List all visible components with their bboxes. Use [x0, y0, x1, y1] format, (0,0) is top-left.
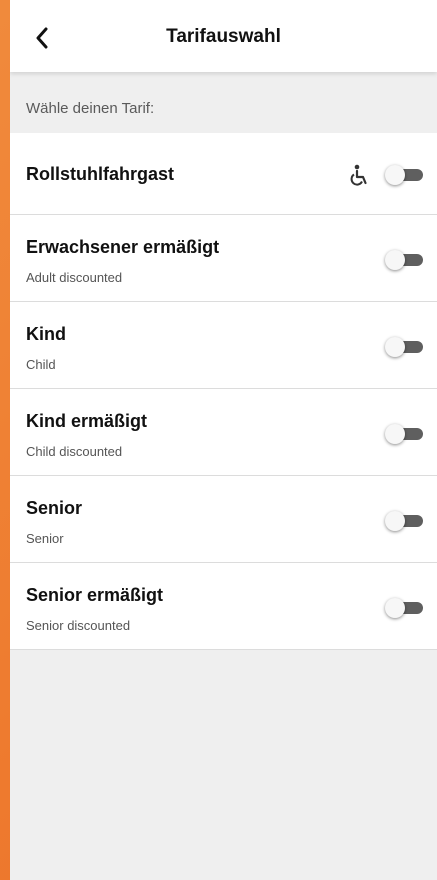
- toggle-knob: [385, 250, 405, 270]
- wheelchair-icon: [350, 164, 367, 186]
- tariff-title: Senior: [26, 498, 83, 518]
- toggle-knob: [385, 165, 405, 185]
- tariff-subtitle: Adult discounted: [26, 270, 123, 285]
- tariff-row-senior-discounted[interactable]: Senior ermäßigt Senior discounted: [10, 563, 437, 650]
- toggle-knob: [385, 337, 405, 357]
- tariff-row-adult-discounted[interactable]: Erwachsener ermäßigt Adult discounted: [10, 215, 437, 302]
- top-app-bar: Tarifauswahl: [10, 0, 437, 72]
- tariff-title: Senior ermäßigt: [26, 585, 164, 605]
- tariff-row-wheelchair[interactable]: Rollstuhlfahrgast: [10, 133, 437, 215]
- toggle-knob: [385, 511, 405, 531]
- child-discounted-toggle[interactable]: [385, 422, 423, 444]
- tariff-row-child-discounted[interactable]: Kind ermäßigt Child discounted: [10, 389, 437, 476]
- toggle-knob: [385, 424, 405, 444]
- tariff-list: Rollstuhlfahrgast Erwachsener ermäßigt A…: [10, 133, 437, 650]
- tariff-subtitle: Senior discounted: [26, 618, 131, 633]
- tariff-subtitle: Child: [26, 357, 56, 372]
- adult-discounted-toggle[interactable]: [385, 248, 423, 270]
- toggle-knob: [385, 598, 405, 618]
- page-title: Tarifauswahl: [166, 26, 281, 47]
- app-screen: Tarifauswahl Wähle deinen Tarif: Rollstu…: [10, 0, 437, 880]
- child-toggle[interactable]: [385, 335, 423, 357]
- tariff-title: Kind ermäßigt: [26, 411, 148, 431]
- tariff-subtitle: Senior: [26, 531, 64, 546]
- section-label: Wähle deinen Tarif:: [26, 100, 155, 117]
- tariff-title: Kind: [26, 324, 66, 344]
- senior-toggle[interactable]: [385, 509, 423, 531]
- tariff-subtitle: Child discounted: [26, 444, 123, 459]
- tariff-row-senior[interactable]: Senior Senior: [10, 476, 437, 563]
- tariff-title: Rollstuhlfahrgast: [26, 164, 175, 184]
- tariff-row-child[interactable]: Kind Child: [10, 302, 437, 389]
- wheelchair-toggle[interactable]: [385, 163, 423, 185]
- tariff-title: Erwachsener ermäßigt: [26, 237, 220, 257]
- senior-discounted-toggle[interactable]: [385, 596, 423, 618]
